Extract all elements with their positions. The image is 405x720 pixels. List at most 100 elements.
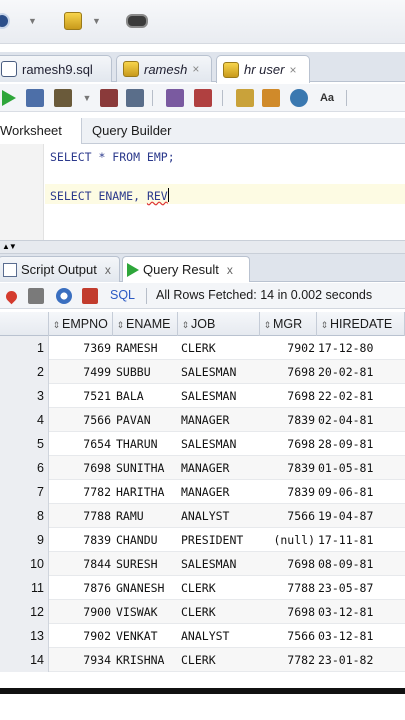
cell-ename[interactable]: RAMESH — [116, 336, 178, 360]
cell-mgr[interactable]: 7698 — [260, 432, 315, 456]
cell-job[interactable]: MANAGER — [181, 480, 261, 504]
cell-hiredate[interactable]: 03-12-81 — [318, 624, 405, 648]
tab-ramesh9-sql[interactable]: ramesh9.sql — [0, 55, 112, 82]
chevron-down-icon[interactable]: ▼ — [28, 10, 37, 32]
table-row[interactable]: 14 7934 KRISHNA CLERK 7782 23-01-82 — [0, 648, 405, 672]
cell-job[interactable]: SALESMAN — [181, 360, 261, 384]
cell-job[interactable]: CLERK — [181, 648, 261, 672]
cell-mgr[interactable]: 7839 — [260, 456, 315, 480]
cell-hiredate[interactable]: 09-06-81 — [318, 480, 405, 504]
autotrace-icon[interactable] — [166, 89, 184, 107]
column-header-mgr[interactable]: ⇕ MGR — [260, 312, 317, 336]
clear-icon[interactable] — [194, 89, 212, 107]
cell-ename[interactable]: SUNITHA — [116, 456, 178, 480]
cell-hiredate[interactable]: 23-05-87 — [318, 576, 405, 600]
cell-mgr[interactable]: 7782 — [260, 648, 315, 672]
cell-empno[interactable]: 7499 — [49, 360, 111, 384]
run-statement-icon[interactable] — [0, 89, 18, 107]
column-header-job[interactable]: ⇕ JOB — [178, 312, 260, 336]
table-row[interactable]: 9 7839 CHANDU PRESIDENT (null) 17-11-81 — [0, 528, 405, 552]
cell-ename[interactable]: THARUN — [116, 432, 178, 456]
sql-editor[interactable]: SELECT * FROM EMP; SELECT ENAME, REV — [0, 144, 405, 240]
panel-splitter[interactable]: ▲▼ — [0, 240, 405, 254]
export-icon[interactable] — [82, 288, 98, 304]
cell-empno[interactable]: 7698 — [49, 456, 111, 480]
cell-empno[interactable]: 7900 — [49, 600, 111, 624]
cell-job[interactable]: CLERK — [181, 600, 261, 624]
cell-mgr[interactable]: 7788 — [260, 576, 315, 600]
cell-ename[interactable]: BALA — [116, 384, 178, 408]
cell-hiredate[interactable]: 22-02-81 — [318, 384, 405, 408]
cell-job[interactable]: SALESMAN — [181, 432, 261, 456]
cell-empno[interactable]: 7521 — [49, 384, 111, 408]
column-header-empno[interactable]: ⇕ EMPNO — [49, 312, 113, 336]
table-row[interactable]: 2 7499 SUBBU SALESMAN 7698 20-02-81 — [0, 360, 405, 384]
table-row[interactable]: 1 7369 RAMESH CLERK 7902 17-12-80 — [0, 336, 405, 360]
cell-hiredate[interactable]: 23-01-82 — [318, 648, 405, 672]
cell-empno[interactable]: 7566 — [49, 408, 111, 432]
explain-plan-icon[interactable] — [126, 89, 144, 107]
cell-mgr[interactable]: 7839 — [260, 408, 315, 432]
cell-job[interactable]: ANALYST — [181, 624, 261, 648]
table-row[interactable]: 13 7902 VENKAT ANALYST 7566 03-12-81 — [0, 624, 405, 648]
table-row[interactable]: 6 7698 SUNITHA MANAGER 7839 01-05-81 — [0, 456, 405, 480]
cell-ename[interactable]: SUBBU — [116, 360, 178, 384]
column-header-ename[interactable]: ⇕ ENAME — [113, 312, 178, 336]
tab-ramesh[interactable]: ramesh × — [116, 55, 212, 82]
cell-mgr[interactable]: 7698 — [260, 600, 315, 624]
cell-mgr[interactable]: 7698 — [260, 360, 315, 384]
cell-ename[interactable]: CHANDU — [116, 528, 178, 552]
collapse-arrows-icon[interactable]: ▲▼ — [2, 242, 17, 251]
table-row[interactable]: 4 7566 PAVAN MANAGER 7839 02-04-81 — [0, 408, 405, 432]
cell-ename[interactable]: PAVAN — [116, 408, 178, 432]
cell-hiredate[interactable]: 17-12-80 — [318, 336, 405, 360]
close-icon[interactable]: × — [289, 63, 296, 77]
sql-link[interactable]: SQL — [110, 288, 135, 302]
navigation-icon[interactable] — [0, 10, 10, 32]
cell-empno[interactable]: 7844 — [49, 552, 111, 576]
cell-job[interactable]: CLERK — [181, 336, 261, 360]
cell-job[interactable]: SALESMAN — [181, 384, 261, 408]
table-row[interactable]: 11 7876 GNANESH CLERK 7788 23-05-87 — [0, 576, 405, 600]
cell-mgr[interactable]: 7902 — [260, 336, 315, 360]
format-case-icon[interactable]: Aa — [318, 89, 336, 107]
close-icon[interactable]: × — [192, 62, 199, 76]
refresh-icon[interactable] — [56, 288, 72, 304]
tab-script-output[interactable]: Script Output x — [0, 256, 120, 282]
cell-hiredate[interactable]: 20-02-81 — [318, 360, 405, 384]
unshared-worksheet-icon[interactable] — [290, 89, 308, 107]
tab-query-result[interactable]: Query Result x — [122, 256, 250, 282]
cell-hiredate[interactable]: 08-09-81 — [318, 552, 405, 576]
cell-hiredate[interactable]: 17-11-81 — [318, 528, 405, 552]
cell-mgr[interactable]: 7566 — [260, 504, 315, 528]
cell-job[interactable]: CLERK — [181, 576, 261, 600]
cell-mgr[interactable]: 7566 — [260, 624, 315, 648]
close-icon[interactable]: x — [105, 263, 111, 277]
cell-empno[interactable]: 7839 — [49, 528, 111, 552]
cell-job[interactable]: MANAGER — [181, 408, 261, 432]
cell-hiredate[interactable]: 19-04-87 — [318, 504, 405, 528]
cell-job[interactable]: MANAGER — [181, 456, 261, 480]
table-row[interactable]: 8 7788 RAMU ANALYST 7566 19-04-87 — [0, 504, 405, 528]
cell-hiredate[interactable]: 02-04-81 — [318, 408, 405, 432]
cell-empno[interactable]: 7902 — [49, 624, 111, 648]
cell-job[interactable]: SALESMAN — [181, 552, 261, 576]
table-row[interactable]: 12 7900 VISWAK CLERK 7698 03-12-81 — [0, 600, 405, 624]
cell-mgr[interactable]: 7698 — [260, 552, 315, 576]
cell-ename[interactable]: KRISHNA — [116, 648, 178, 672]
cell-empno[interactable]: 7934 — [49, 648, 111, 672]
tab-hr-user[interactable]: hr user × — [216, 55, 310, 83]
pin-icon[interactable] — [3, 288, 20, 305]
cell-ename[interactable]: GNANESH — [116, 576, 178, 600]
binoculars-icon[interactable] — [126, 10, 148, 32]
sql-history-icon[interactable] — [236, 89, 254, 107]
cell-empno[interactable]: 7788 — [49, 504, 111, 528]
chevron-down-icon[interactable]: ▼ — [78, 89, 96, 107]
cell-empno[interactable]: 7782 — [49, 480, 111, 504]
cell-job[interactable]: PRESIDENT — [181, 528, 261, 552]
cell-ename[interactable]: HARITHA — [116, 480, 178, 504]
cell-mgr[interactable]: (null) — [260, 528, 315, 552]
table-row[interactable]: 7 7782 HARITHA MANAGER 7839 09-06-81 — [0, 480, 405, 504]
cell-ename[interactable]: RAMU — [116, 504, 178, 528]
cell-job[interactable]: ANALYST — [181, 504, 261, 528]
